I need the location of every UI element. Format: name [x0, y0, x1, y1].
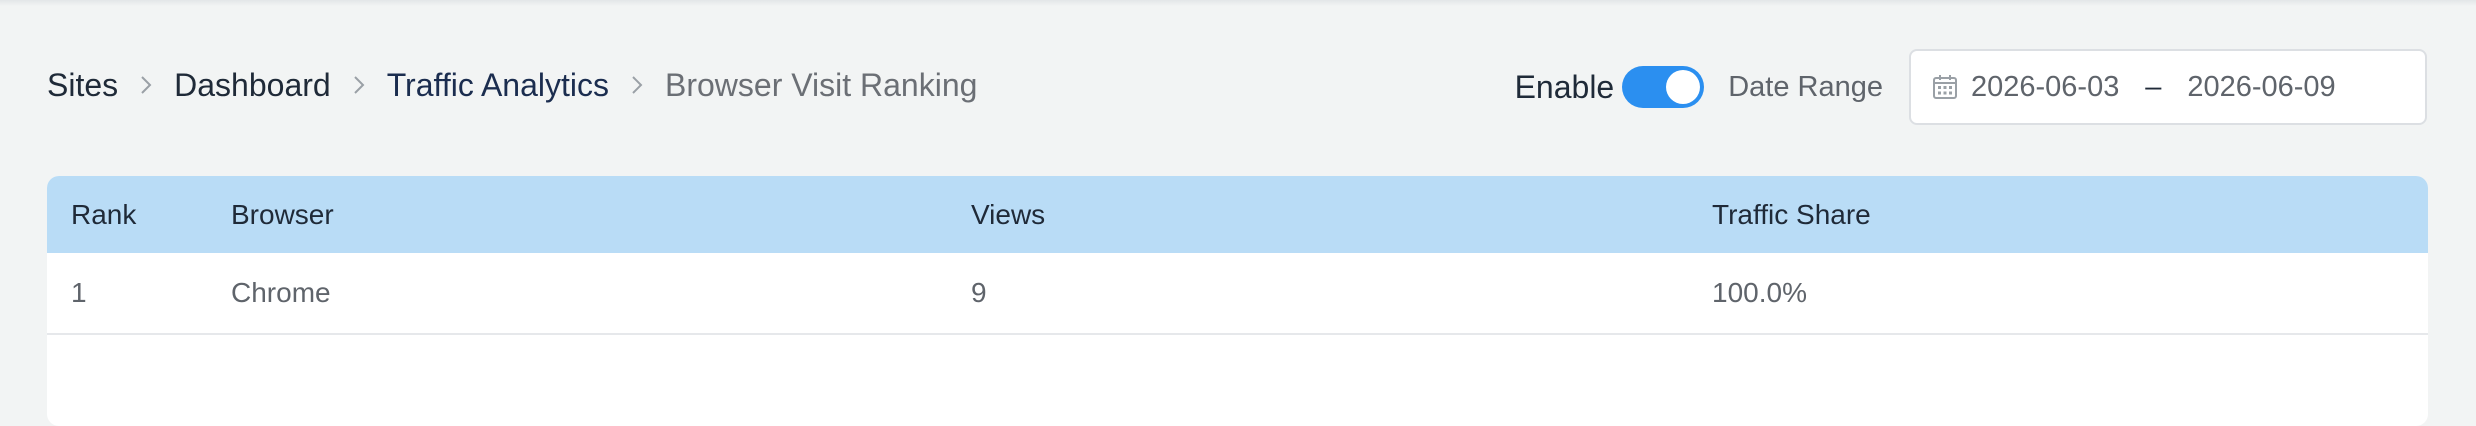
cell-rank: 1: [71, 277, 87, 308]
breadcrumb: Sites Dashboard Traffic Analytics Browse…: [47, 62, 977, 108]
cell-views: 9: [971, 277, 987, 308]
browser-ranking-table: Rank Browser Views Traffic Share 1 Chrom…: [47, 176, 2428, 426]
calendar-icon: [1931, 73, 1959, 101]
column-header-browser: Browser: [231, 198, 334, 230]
date-start-input[interactable]: 2026-06-03: [1971, 71, 2119, 104]
top-shadow: [0, 0, 2476, 6]
date-separator: –: [2145, 70, 2162, 103]
toolbar-controls: Enable Date Range 2026-06-03 – 2026-06-0…: [1515, 48, 2427, 126]
chevron-right-icon: [609, 62, 665, 108]
date-range-picker[interactable]: 2026-06-03 – 2026-06-09: [1909, 49, 2427, 125]
column-header-views: Views: [971, 198, 1046, 230]
breadcrumb-item-sites[interactable]: Sites: [47, 67, 118, 104]
chevron-right-icon: [118, 62, 174, 108]
column-header-rank: Rank: [71, 198, 137, 230]
toggle-knob: [1666, 70, 1701, 104]
table-header: Rank Browser Views Traffic Share: [47, 176, 2428, 253]
enable-label: Enable: [1514, 68, 1615, 105]
cell-browser: Chrome: [231, 277, 331, 308]
breadcrumb-item-dashboard[interactable]: Dashboard: [174, 67, 331, 104]
column-header-traffic-share: Traffic Share: [1712, 198, 1871, 230]
date-range-label: Date Range: [1728, 70, 1883, 103]
breadcrumb-item-traffic-analytics[interactable]: Traffic Analytics: [387, 67, 609, 104]
table-row: 1 Chrome 9 100.0%: [47, 253, 2428, 335]
date-end-input[interactable]: 2026-06-09: [2187, 71, 2335, 104]
cell-traffic-share: 100.0%: [1712, 277, 1807, 308]
enable-toggle[interactable]: [1622, 66, 1705, 108]
breadcrumb-item-current: Browser Visit Ranking: [664, 66, 978, 103]
chevron-right-icon: [331, 62, 387, 108]
